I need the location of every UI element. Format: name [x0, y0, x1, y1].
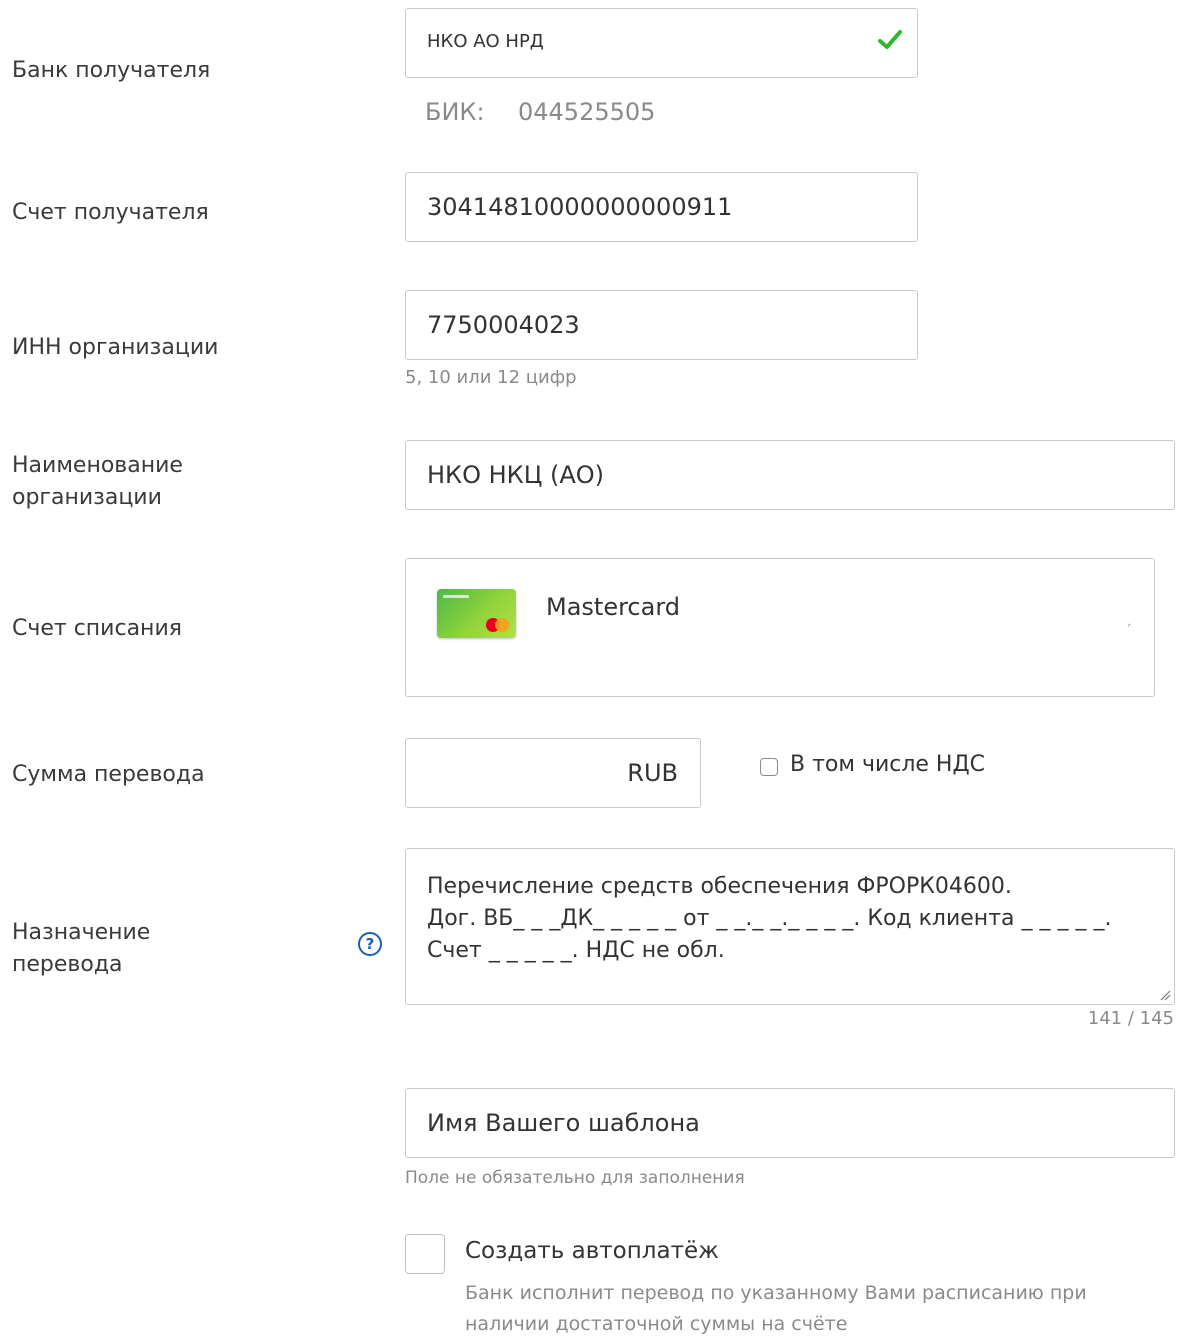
bik-label: БИК: — [425, 98, 485, 126]
recipient-account-field[interactable]: 30414810000000000911 — [405, 172, 918, 242]
recipient-bank-label: Банк получателя — [12, 58, 211, 83]
inn-field[interactable]: 7750004023 — [405, 290, 918, 360]
dropdown-indicator: ˏ — [1125, 611, 1132, 627]
inn-hint: 5, 10 или 12 цифр — [405, 367, 577, 388]
org-name-value: НКО НКЦ (АО) — [427, 461, 604, 489]
purpose-label-line2: перевода — [12, 952, 123, 977]
debit-account-select[interactable]: Mastercard ˏ — [405, 558, 1155, 697]
recipient-bank-field[interactable]: НКО АО НРД — [405, 8, 918, 78]
purpose-line-1: Перечисление средств обеспечения ФРОРК04… — [427, 874, 1012, 899]
resize-grip-icon[interactable] — [1159, 989, 1171, 1001]
purpose-text: Перечисление средств обеспечения ФРОРК04… — [427, 871, 1111, 967]
template-hint: Поле не обязательно для заполнения — [405, 1168, 745, 1188]
purpose-label-line1: Назначение — [12, 920, 151, 945]
amount-label: Сумма перевода — [12, 762, 205, 787]
amount-field[interactable]: RUB — [405, 738, 701, 808]
template-name-placeholder: Имя Вашего шаблона — [427, 1109, 700, 1137]
inn-value: 7750004023 — [427, 311, 580, 339]
debit-account-label: Счет списания — [12, 616, 182, 641]
purpose-textarea[interactable]: Перечисление средств обеспечения ФРОРК04… — [405, 848, 1175, 1005]
autopay-label[interactable]: Создать автоплатёж — [465, 1238, 719, 1264]
char-counter: 141 / 145 — [1087, 1008, 1174, 1029]
vat-label[interactable]: В том числе НДС — [790, 752, 985, 777]
recipient-bank-value: НКО АО НРД — [427, 31, 544, 52]
inn-label: ИНН организации — [12, 335, 219, 360]
card-thumbnail — [437, 589, 516, 638]
autopay-description-line1: Банк исполнит перевод по указанному Вами… — [465, 1282, 1087, 1304]
purpose-line-3: Счет _ _ _ _ _. НДС не обл. — [427, 938, 725, 963]
vat-checkbox[interactable] — [760, 758, 778, 776]
autopay-checkbox[interactable] — [405, 1234, 445, 1274]
autopay-description-line2: наличии достаточной суммы на счёте — [465, 1313, 848, 1335]
check-icon — [878, 30, 902, 49]
autopay-description: Банк исполнит перевод по указанному Вами… — [465, 1278, 1087, 1340]
purpose-line-2: Дог. ВБ_ _ _ДК_ _ _ _ _ от _ _._ _._ _ _… — [427, 906, 1112, 931]
recipient-account-label: Счет получателя — [12, 200, 209, 225]
org-name-label-line2: организации — [12, 485, 162, 510]
org-name-label: Наименование организации — [12, 450, 183, 514]
purpose-label: Назначение перевода — [12, 917, 150, 981]
help-icon[interactable]: ? — [358, 932, 382, 956]
card-name: Mastercard — [546, 593, 681, 621]
org-name-label-line1: Наименование — [12, 453, 183, 478]
recipient-account-value: 30414810000000000911 — [427, 193, 733, 221]
currency-label: RUB — [627, 759, 678, 787]
org-name-field[interactable]: НКО НКЦ (АО) — [405, 440, 1175, 510]
template-name-field[interactable]: Имя Вашего шаблона — [405, 1088, 1175, 1158]
bik-value: 044525505 — [518, 98, 656, 126]
